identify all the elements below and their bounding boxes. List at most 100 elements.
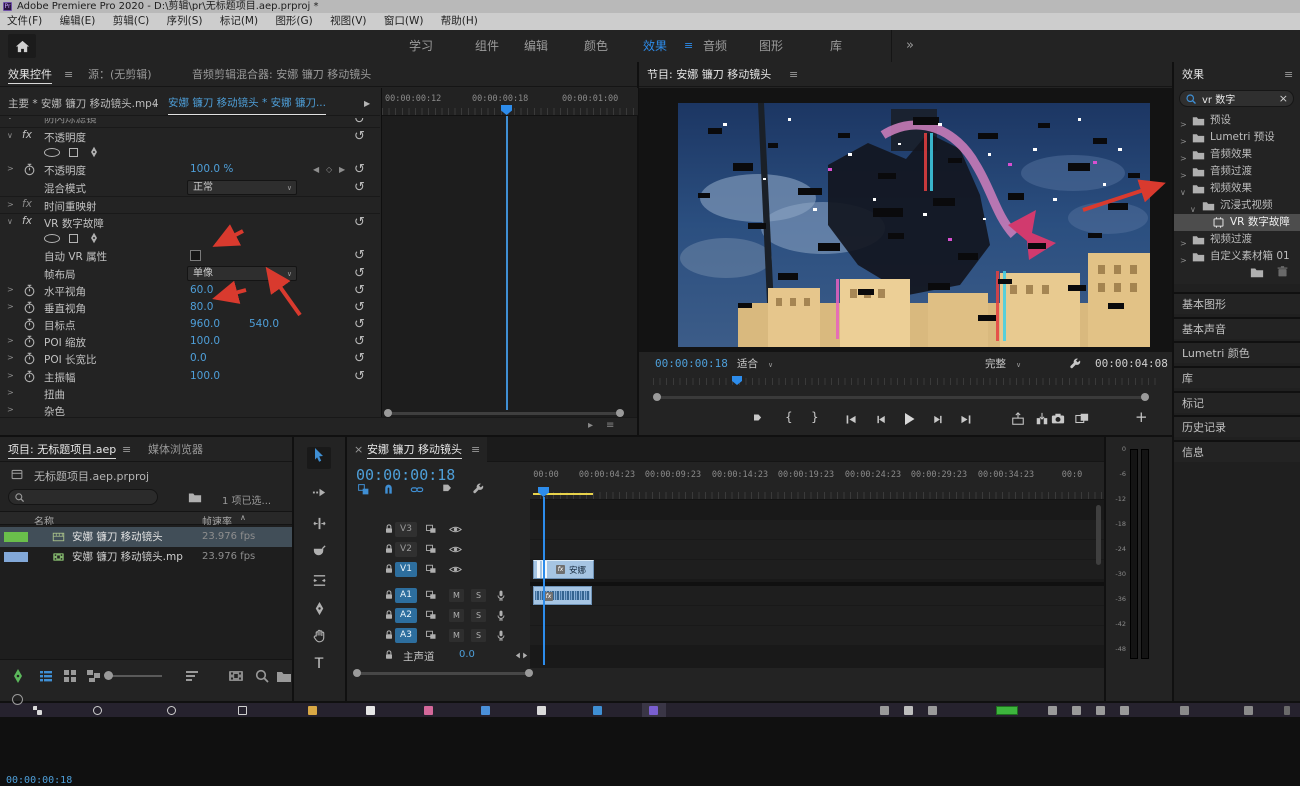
slip-tool[interactable] xyxy=(307,573,331,595)
project-row-clip[interactable]: 安娜 镰刀 移动镜头.mp 23.976 fps xyxy=(0,547,292,567)
scrollbar-right-handle[interactable] xyxy=(525,669,533,677)
timeline-settings-wrench-icon[interactable] xyxy=(472,483,485,496)
ec-row-poi-aspect[interactable]: > POI 长宽比 0.0 ↺ xyxy=(0,350,380,367)
chevron-right-icon[interactable]: > xyxy=(7,285,14,294)
delete-bin-trash-icon[interactable] xyxy=(1276,265,1289,278)
ec-row-poi-scale[interactable]: > POI 缩放 100.0 ↺ xyxy=(0,333,380,350)
sort-ascending-icon[interactable]: ∧ xyxy=(240,513,246,522)
play-button-icon[interactable] xyxy=(901,411,917,427)
taskbar-pinned-app[interactable] xyxy=(481,706,490,715)
type-tool[interactable]: T xyxy=(307,656,331,678)
reset-icon[interactable]: ↺ xyxy=(354,316,365,333)
horizontal-fov-value[interactable]: 60.0 xyxy=(190,284,213,296)
lock-icon[interactable] xyxy=(383,523,395,535)
ec-row-horizontal-fov[interactable]: > 水平视角 60.0 ↺ xyxy=(0,282,380,299)
lane-v3[interactable] xyxy=(530,520,1104,539)
effects-search-box[interactable]: × xyxy=(1179,90,1294,107)
timeline-lanes[interactable]: fx 安娜 fx xyxy=(530,497,1104,668)
main-amplitude-value[interactable]: 100.0 xyxy=(190,370,220,382)
ec-row-vertical-fov[interactable]: > 垂直视角 80.0 ↺ xyxy=(0,299,380,316)
chevron-right-icon[interactable]: > xyxy=(7,388,14,397)
play-audio-only-icon[interactable]: ▸ xyxy=(588,420,593,431)
workspace-tab-graphics[interactable]: 图形 xyxy=(759,30,783,62)
reset-icon[interactable]: ↺ xyxy=(354,128,365,145)
chevron-right-icon[interactable]: > xyxy=(7,371,14,380)
lock-icon[interactable] xyxy=(383,649,395,661)
tree-item-video-transitions[interactable]: > 视频过渡 xyxy=(1174,231,1300,248)
scrollbar-left-handle[interactable] xyxy=(653,393,661,401)
reset-icon[interactable]: ↺ xyxy=(354,333,365,350)
audio-meters-panel[interactable]: 0 -6 -12 -18 -24 -30 -36 -42 -48 xyxy=(1106,437,1172,701)
solo-button[interactable]: S xyxy=(471,589,486,602)
hand-tool[interactable] xyxy=(307,628,331,650)
workspace-overflow-button[interactable]: » xyxy=(891,30,914,62)
program-monitor-title[interactable]: 节目: 安娜 镰刀 移动镜头 xyxy=(647,62,771,87)
ec-row-blend-mode[interactable]: 混合模式 正常 ∨ ↺ xyxy=(0,179,380,196)
nest-insert-icon[interactable] xyxy=(357,483,370,496)
ec-timeline-scrollbar[interactable] xyxy=(390,412,618,415)
timeline-panel-menu-icon[interactable]: ≡ xyxy=(471,437,480,462)
tab-project[interactable]: 项目: 无标题项目.aep xyxy=(8,437,117,462)
track-header-v2[interactable]: V2 xyxy=(347,540,530,559)
pen-mask-icon[interactable] xyxy=(88,232,100,244)
taskbar-explorer-icon[interactable] xyxy=(308,706,317,715)
tree-item-vr-digital-glitch[interactable]: VR 数字故障 xyxy=(1174,214,1300,231)
workspace-tab-libraries[interactable]: 库 xyxy=(830,30,842,62)
stopwatch-icon[interactable] xyxy=(23,163,36,176)
auto-vr-checkbox[interactable] xyxy=(190,250,201,262)
track-target-v1[interactable]: V1 xyxy=(395,562,417,577)
reset-icon[interactable]: ↺ xyxy=(354,282,365,299)
timeline-ruler[interactable]: 00:00 00:00:04:23 00:00:09:23 00:00:14:2… xyxy=(530,462,1104,500)
ec-row-target-point[interactable]: 目标点 960.0 540.0 ↺ xyxy=(0,316,380,333)
workspace-tab-effects-menu-icon[interactable]: ≡ xyxy=(684,30,693,62)
mute-button[interactable]: M xyxy=(449,629,464,642)
timeline-v-scrollbar[interactable] xyxy=(1096,505,1101,565)
freeform-view-icon[interactable] xyxy=(86,668,102,684)
scrollbar-left-handle[interactable] xyxy=(384,409,392,417)
label-color-chip[interactable] xyxy=(4,532,28,542)
lock-icon[interactable] xyxy=(383,543,395,555)
project-search-box[interactable] xyxy=(8,489,158,505)
sync-lock-icon[interactable] xyxy=(425,629,437,641)
fx-badge-icon[interactable]: fx xyxy=(22,129,32,141)
fx-badge-icon[interactable]: fx xyxy=(22,215,32,227)
close-tab-icon[interactable]: × xyxy=(354,437,363,462)
lane-a3[interactable] xyxy=(530,626,1104,645)
chevron-right-icon[interactable]: > xyxy=(7,336,14,345)
program-scrollbar[interactable] xyxy=(659,396,1149,399)
menu-edit[interactable]: 编辑(E) xyxy=(53,13,103,30)
lane-a1[interactable]: fx xyxy=(530,586,1104,605)
menu-clip[interactable]: 剪辑(C) xyxy=(106,13,157,30)
ellipse-mask-icon[interactable] xyxy=(44,234,60,244)
menu-graphics[interactable]: 图形(G) xyxy=(268,13,319,30)
track-header-v1[interactable]: V1 xyxy=(347,560,530,579)
home-button[interactable] xyxy=(8,34,36,58)
ellipse-mask-icon[interactable] xyxy=(44,148,60,158)
stopwatch-icon[interactable] xyxy=(23,301,36,314)
reset-icon[interactable]: ↺ xyxy=(354,247,365,264)
taskbar-search-button[interactable] xyxy=(93,706,102,715)
track-header-master[interactable]: 主声道 0.0 xyxy=(347,646,530,665)
scrollbar-left-handle[interactable] xyxy=(353,669,361,677)
voiceover-mic-icon[interactable] xyxy=(495,629,507,642)
track-target-a3[interactable]: A3 xyxy=(395,628,417,643)
prev-keyframe-icon[interactable]: ◀ xyxy=(313,165,319,174)
go-to-out-icon[interactable] xyxy=(959,413,972,426)
pen-mask-icon[interactable] xyxy=(88,146,100,158)
lift-icon[interactable] xyxy=(1011,412,1025,426)
extract-icon[interactable] xyxy=(1035,412,1049,426)
new-custom-bin-icon[interactable] xyxy=(1250,265,1264,279)
mute-button[interactable]: M xyxy=(449,609,464,622)
menu-window[interactable]: 窗口(W) xyxy=(377,13,431,30)
razor-tool[interactable] xyxy=(307,544,331,566)
tab-effect-controls[interactable]: 效果控件 xyxy=(8,62,52,87)
effects-search-input[interactable] xyxy=(1202,92,1278,105)
tray-icon[interactable] xyxy=(1048,706,1057,715)
lock-icon[interactable] xyxy=(383,589,395,601)
chevron-right-icon[interactable]: > xyxy=(7,405,14,414)
sync-lock-icon[interactable] xyxy=(425,523,437,535)
sync-lock-icon[interactable] xyxy=(425,543,437,555)
menu-help[interactable]: 帮助(H) xyxy=(434,13,485,30)
track-header-a1[interactable]: A1 M S xyxy=(347,586,530,605)
fit-sequence-icon[interactable] xyxy=(515,649,528,662)
